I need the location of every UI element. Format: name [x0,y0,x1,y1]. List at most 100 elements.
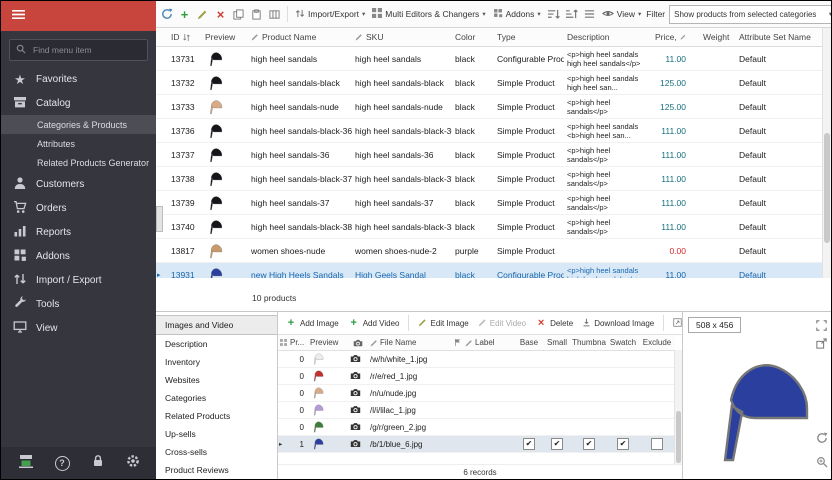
sidebar-item-reports[interactable]: Reports [1,220,156,244]
edit-image-button[interactable]: Edit Image [416,318,470,329]
scrollbar-thumb[interactable] [824,133,830,243]
edit-button[interactable] [195,7,210,22]
tab-websites[interactable]: Websites [156,371,277,389]
sort-desc-icon[interactable] [564,7,579,22]
checkbox[interactable] [651,438,663,450]
col-position[interactable]: Pr... [288,338,308,347]
col-label[interactable]: Label [463,338,515,347]
copy-icon[interactable] [231,7,246,22]
product-row-13733[interactable]: 13733high heel sandals-nudehigh heel san… [156,95,823,119]
col-camera[interactable] [348,339,368,347]
sidebar-item-tools[interactable]: Tools [1,292,156,316]
sort-asc-icon[interactable] [546,7,561,22]
checkbox[interactable]: ✔ [551,438,563,450]
product-row-13732[interactable]: 13732high heel sandals-blackhigh heel sa… [156,71,823,95]
tab-cross-sells[interactable]: Cross-sells [156,443,277,461]
col-price[interactable]: Price, [652,32,700,42]
sidebar-search[interactable] [9,39,148,61]
sidebar-item-catalog[interactable]: Catalog [1,91,156,115]
image-row[interactable]: 0/w/h/white_1.jpg [278,351,675,368]
pos-terminal-icon[interactable] [18,454,34,473]
scrollbar-thumb[interactable] [676,411,681,463]
col-preview[interactable]: Preview [202,32,248,42]
col-swatch[interactable]: Swatch [607,338,639,347]
product-row-13737[interactable]: 13737high heel sandals-36high heel sanda… [156,143,823,167]
rotate-icon[interactable] [816,431,828,449]
paste-icon[interactable] [249,7,264,22]
delete-image-button[interactable]: × Delete [533,317,575,329]
sidebar-item-related-products-generator[interactable]: Related Products Generator [1,153,156,172]
col-thumbnail[interactable]: Thumbna [571,338,607,347]
tab-images-and-video[interactable]: Images and Video [156,315,277,335]
add-product-button[interactable]: + [177,7,192,22]
group-rows-icon[interactable] [582,7,597,22]
help-icon[interactable]: ? [55,456,70,471]
image-row[interactable]: 0/r/e/red_1.jpg [278,368,675,385]
addons-menu[interactable]: Addons▾ [491,8,543,20]
add-video-button[interactable]: + Add Video [346,317,402,329]
col-base[interactable]: Base [515,338,543,347]
hamburger-menu-icon[interactable] [11,7,26,25]
sidebar-item-customers[interactable]: Customers [1,172,156,196]
tab-up-sells[interactable]: Up-sells [156,425,277,443]
col-sku[interactable]: SKU [352,32,452,42]
gear-icon[interactable] [126,454,140,473]
image-row[interactable]: ▸1/b/1/blue_6.jpg✔✔✔✔ [278,436,675,453]
add-image-button[interactable]: + Add Image [283,317,341,329]
zoom-icon[interactable] [816,455,828,473]
search-input[interactable] [31,44,141,56]
col-small[interactable]: Small [543,338,571,347]
tab-product-reviews[interactable]: Product Reviews [156,461,277,479]
image-row[interactable]: 0/n/u/nude.jpg [278,385,675,402]
sidebar-item-addons[interactable]: Addons [1,244,156,268]
lock-icon[interactable] [91,454,105,473]
tab-description[interactable]: Description [156,335,277,353]
sidebar-item-view[interactable]: View [1,316,156,340]
sidebar-item-favorites[interactable]: ★ Favorites [1,67,156,91]
col-attribute-set[interactable]: Attribute Set Name [736,32,823,42]
products-grid-scrollbar[interactable] [822,28,831,278]
col-weight[interactable]: Weight [700,32,736,42]
images-grid-scrollbar[interactable] [674,350,682,465]
col-file-name[interactable]: File Name [368,338,451,347]
multi-editors-menu[interactable]: Multi Editors & Changers▾ [370,8,487,20]
sidebar-item-attributes[interactable]: Attributes [1,134,156,153]
tab-related-products[interactable]: Related Products [156,407,277,425]
tab-categories[interactable]: Categories [156,389,277,407]
product-row-13738[interactable]: 13738high heel sandals-black-37high heel… [156,167,823,191]
row-expander[interactable]: ▸ [156,271,168,279]
sidebar-item-orders[interactable]: Orders [1,196,156,220]
checkbox[interactable]: ✔ [523,438,535,450]
download-image-button[interactable]: Download Image [580,318,656,329]
set-resize-rule-button[interactable]: Set Resize Rule [671,318,682,329]
product-row-13736[interactable]: 13736high heel sandals-black-36high heel… [156,119,823,143]
edit-video-button[interactable]: Edit Video [476,318,528,329]
image-row[interactable]: 0/g/r/green_2.jpg [278,419,675,436]
delete-button[interactable]: × [213,7,228,22]
view-menu[interactable]: View▾ [600,9,644,20]
col-product-name[interactable]: Product Name [248,32,352,42]
col-color[interactable]: Color [452,32,494,42]
col-type[interactable]: Type [494,32,564,42]
product-row-13740[interactable]: 13740high heel sandals-black-38high heel… [156,215,823,239]
col-description[interactable]: Description [564,32,652,42]
category-filter-select[interactable]: Show products from selected categories▾ [669,5,831,24]
image-row[interactable]: 0/l/i/lilac_1.jpg [278,402,675,419]
panel-collapse-handle[interactable] [156,206,163,232]
open-external-icon[interactable] [816,336,827,354]
checkbox[interactable]: ✔ [583,438,595,450]
columns-icon[interactable] [267,7,282,22]
col-exclude[interactable]: Exclude [639,338,675,347]
col-id[interactable]: ID [168,32,202,42]
checkbox[interactable]: ✔ [617,438,629,450]
import-export-menu[interactable]: Import/Export▾ [293,8,367,21]
tab-inventory[interactable]: Inventory [156,353,277,371]
preview-image[interactable] [687,334,815,473]
sidebar-item-categories-products[interactable]: Categories & Products [1,115,156,134]
refresh-button[interactable] [159,7,174,22]
row-expander[interactable]: ▸ [278,440,288,448]
product-row-13931[interactable]: ▸13931new High Heels SandalsHigh Geels S… [156,263,823,278]
sidebar-item-import-export[interactable]: Import / Export [1,268,156,292]
col-image-preview[interactable]: Preview [308,338,348,347]
product-row-13817[interactable]: 13817women shoes-nudewomen shoes-nude-2p… [156,239,823,263]
